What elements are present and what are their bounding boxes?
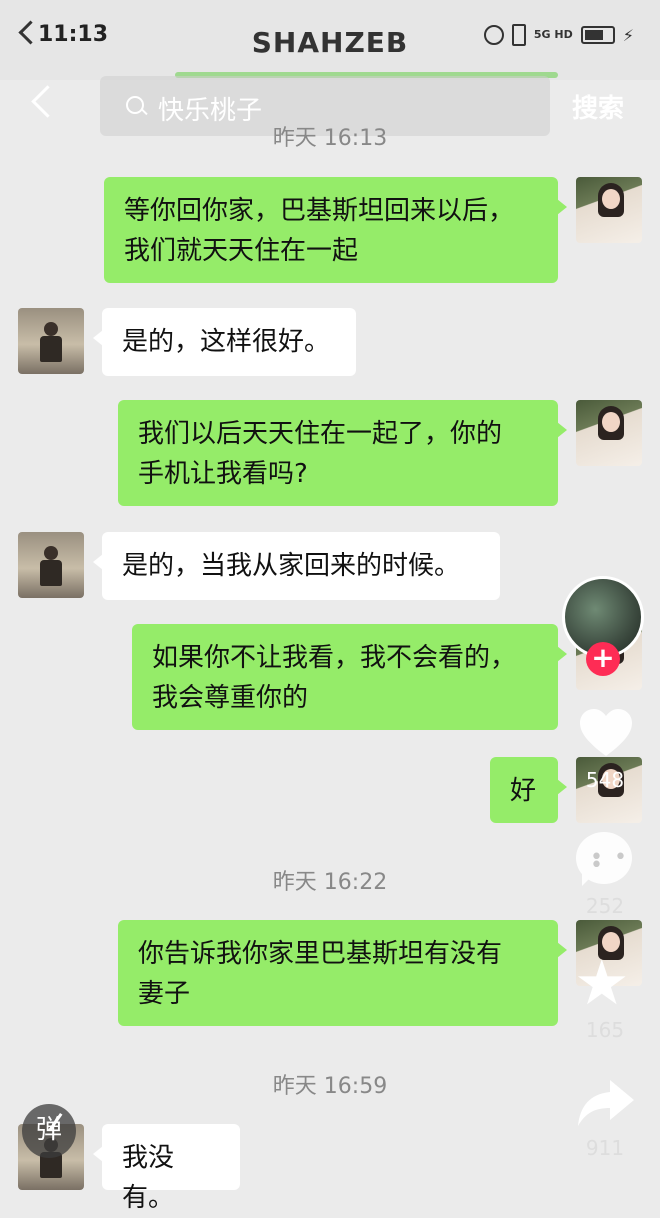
message-bubble-out[interactable]: 我们以后天天住在一起了，你的 手机让我看吗? [118, 400, 567, 506]
star-icon[interactable]: ★ [574, 952, 630, 1014]
vibrate-icon [511, 24, 526, 46]
message-bubble-out[interactable]: 等你回你家，巴基斯坦回来以后， 我们就天天住在一起 [104, 177, 567, 283]
my-avatar[interactable] [576, 177, 642, 243]
message-line: 我没有。 [122, 1143, 175, 1213]
message-line: 是的，这样很好。 [122, 327, 331, 357]
message-line: 是的，当我从家回来的时候。 [122, 551, 461, 581]
contact-avatar[interactable] [18, 308, 84, 374]
battery-icon [580, 26, 615, 44]
contact-avatar[interactable] [18, 532, 84, 598]
message-line: 妻子 [138, 979, 191, 1009]
timestamp: 昨天 16:22 [272, 870, 388, 895]
message-bubble-out[interactable]: 好 [490, 757, 567, 823]
status-icons: 5G HD ⚡ [483, 24, 634, 46]
comment-count: 252 [585, 894, 625, 918]
charging-icon: ⚡ [622, 25, 634, 45]
comment-icon[interactable]: • • • [576, 832, 632, 886]
message-bubble-out[interactable]: 你告诉我你家里巴基斯坦有没有 妻子 [118, 920, 567, 1026]
status-bar: 11:13 SHAHZEB 5G HD ⚡ [0, 0, 660, 80]
like-count: 548 [585, 768, 625, 792]
message-line: 我们以后天天住在一起了，你的 [138, 419, 503, 449]
back-icon[interactable] [31, 85, 64, 118]
timestamp: 昨天 16:13 [272, 126, 388, 151]
heart-icon[interactable] [578, 706, 634, 762]
message-line: 如果你不让我看，我不会看的， [152, 643, 517, 673]
message-line: 你告诉我你家里巴基斯坦有没有 [138, 939, 503, 969]
follow-plus-icon[interactable]: + [586, 642, 620, 676]
timestamp: 昨天 16:59 [272, 1074, 388, 1099]
message-bubble-out[interactable]: 如果你不让我看，我不会看的， 我会尊重你的 [132, 624, 567, 730]
favorite-count: 165 [585, 1018, 625, 1042]
search-icon [126, 96, 144, 114]
message-line: 我们就天天住在一起 [124, 236, 359, 266]
danmu-toggle-button[interactable]: 弹 [22, 1104, 76, 1158]
message-line: 手机让我看吗? [138, 459, 308, 489]
share-icon[interactable] [576, 1076, 636, 1130]
alarm-icon [483, 25, 504, 45]
message-line: 我会尊重你的 [152, 683, 309, 713]
message-bubble-in[interactable]: 我没有。 [93, 1124, 240, 1213]
message-bubble-in[interactable]: 是的，当我从家回来的时候。 [93, 532, 500, 600]
share-count: 911 [585, 1136, 625, 1160]
message-bubble-in[interactable]: 是的，这样很好。 [93, 308, 356, 376]
message-line: 等你回你家，巴基斯坦回来以后， [124, 196, 515, 226]
my-avatar[interactable] [576, 400, 642, 466]
comment-dots: • • • [590, 845, 629, 878]
network-indicator: 5G HD [533, 28, 573, 41]
message-line: 好 [510, 776, 537, 806]
